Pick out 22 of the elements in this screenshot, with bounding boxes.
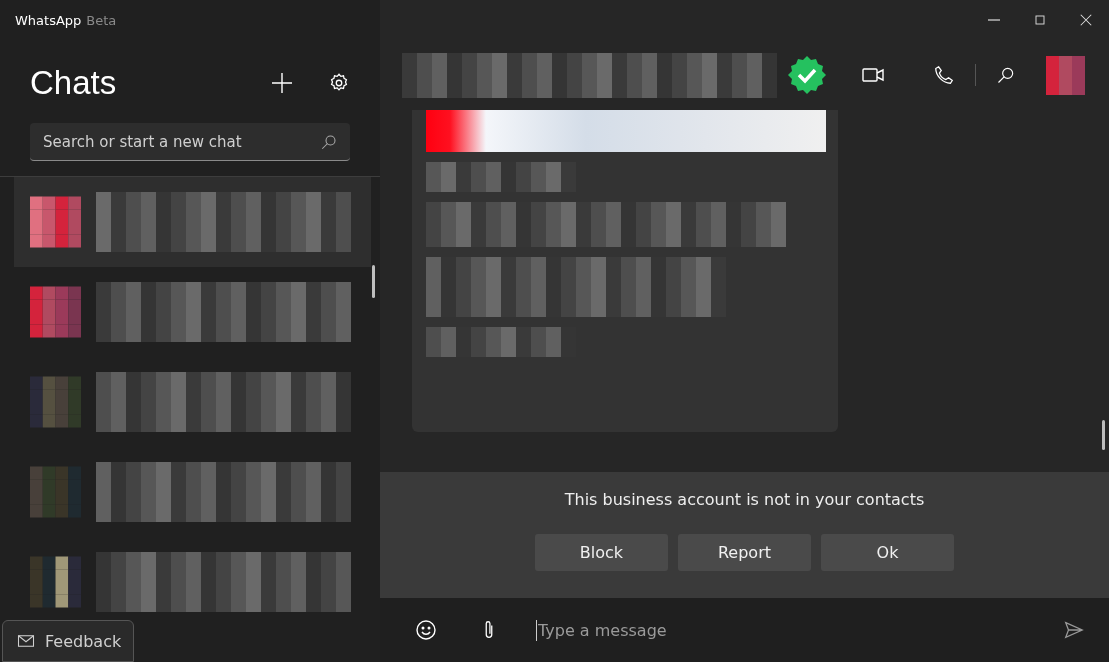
chat-item[interactable] <box>14 177 371 267</box>
scroll-thumb[interactable] <box>1102 420 1105 450</box>
notice-text: This business account is not in your contacts <box>564 490 925 509</box>
phone-icon <box>933 64 955 86</box>
beta-label: Beta <box>86 12 117 28</box>
feedback-button[interactable]: Feedback <box>2 620 135 662</box>
search-icon <box>320 133 338 151</box>
send-icon <box>1063 619 1085 641</box>
mail-icon <box>15 632 37 650</box>
minimize-icon <box>988 19 1000 21</box>
notice-button[interactable]: Ok <box>821 534 954 571</box>
smiley-icon <box>414 618 438 642</box>
app-title: WhatsApp <box>15 12 82 28</box>
notice-button[interactable]: Report <box>678 534 811 571</box>
search-icon <box>996 65 1016 85</box>
notice-button[interactable]: Block <box>535 534 668 571</box>
maximize-icon <box>1032 12 1048 28</box>
chats-heading: Chats <box>30 64 118 102</box>
search-field[interactable]: Search or start a new chat <box>30 123 350 161</box>
scroll-thumb[interactable] <box>372 265 375 298</box>
contact-avatar-mosaic <box>1046 55 1085 95</box>
plus-icon <box>270 71 294 95</box>
